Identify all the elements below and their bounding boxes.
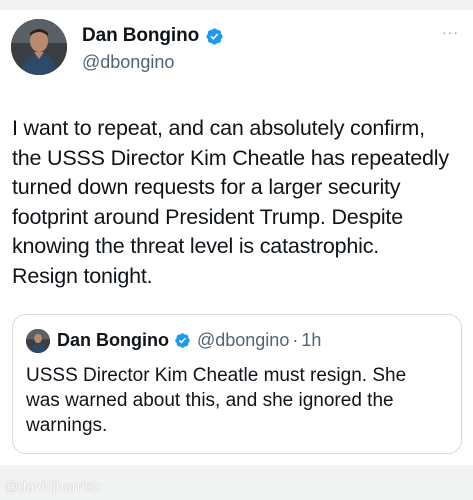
tweet-text-line: knowing the threat level is catastrophic… xyxy=(12,234,380,258)
verified-badge-icon xyxy=(174,332,191,349)
quoted-text-line: was warned about this, and she ignored t… xyxy=(26,390,394,411)
verified-badge-icon[interactable] xyxy=(205,27,224,46)
author-handle[interactable]: @dbongino xyxy=(82,52,174,73)
tweet-text-line: footprint around President Trump. Despit… xyxy=(12,204,403,229)
separator-dot: · xyxy=(292,330,299,350)
tweet-text-line: the USSS Director Kim Cheatle has repeat… xyxy=(12,145,449,170)
quoted-text-line: USSS Director Kim Cheatle must resign. S… xyxy=(26,365,407,386)
quoted-tweet-header: Dan Bongino @dbongino · 1h xyxy=(57,330,321,351)
author-avatar[interactable] xyxy=(11,19,67,75)
author-name-row: Dan Bongino xyxy=(82,25,224,47)
quoted-text-line: warnings. xyxy=(26,415,108,436)
tweet-text-line: turned down requests for a larger securi… xyxy=(12,175,401,199)
tweet-text-line: I want to repeat, and can absolutely con… xyxy=(12,116,425,140)
quoted-tweet-timestamp[interactable]: 1h xyxy=(301,330,321,351)
quoted-tweet-text: USSS Director Kim Cheatle must resign. S… xyxy=(26,363,446,438)
tweet-card: Dan Bongino @dbongino ··· I want to repe… xyxy=(0,10,473,465)
tweet-text-line: Resign tonight. xyxy=(12,263,153,288)
quoted-author-avatar[interactable] xyxy=(26,329,50,353)
quoted-author-handle[interactable]: @dbongino xyxy=(197,330,289,351)
quoted-author-display-name[interactable]: Dan Bongino xyxy=(57,330,169,351)
tweet-text: I want to repeat, and can absolutely con… xyxy=(12,114,464,291)
more-options-icon[interactable]: ··· xyxy=(442,24,459,40)
quoted-tweet[interactable]: Dan Bongino @dbongino · 1h USSS Director… xyxy=(12,314,462,454)
watermark: @davidjharrisjr xyxy=(4,478,101,494)
author-display-name[interactable]: Dan Bongino xyxy=(82,25,199,47)
